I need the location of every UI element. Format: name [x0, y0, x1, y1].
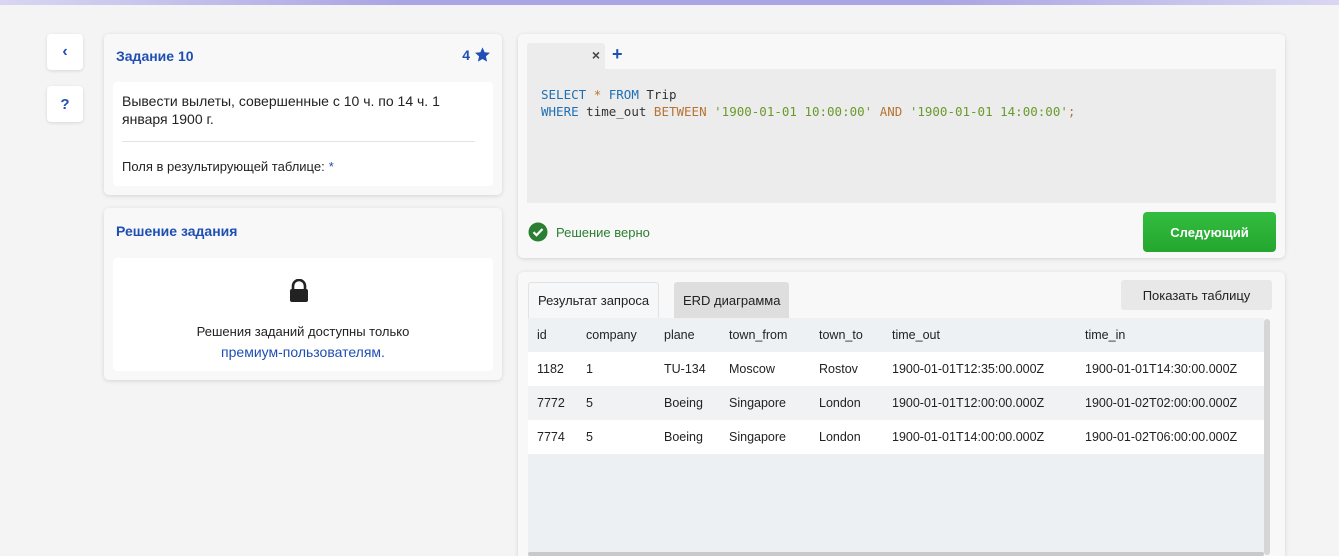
code-token: FROM [608, 87, 639, 102]
column-header: time_out [883, 318, 1076, 352]
next-button[interactable]: Следующий [1143, 212, 1276, 252]
table-cell: 7772 [528, 386, 577, 420]
help-icon: ? [60, 95, 70, 113]
task-points: 4 [462, 46, 491, 63]
check-circle-icon [528, 222, 548, 242]
result-fields: Поля в результирующей таблице: * [122, 159, 334, 174]
top-accent-bar [0, 0, 1339, 5]
table-cell: London [810, 386, 883, 420]
table-cell: 1900-01-01T12:35:00.000Z [883, 352, 1076, 386]
code-token: SELECT [541, 87, 587, 102]
table-cell: 1 [577, 352, 655, 386]
column-header: time_in [1076, 318, 1264, 352]
column-header: company [577, 318, 655, 352]
table-header-row: id company plane town_from town_to time_… [528, 318, 1264, 352]
code-token: '1900-01-01 10:00:00' [714, 104, 873, 119]
table-cell: TU-134 [655, 352, 720, 386]
horizontal-scrollbar[interactable] [528, 552, 1264, 556]
table-cell: 7774 [528, 420, 577, 454]
code-token: WHERE [541, 104, 579, 119]
table-cell: Boeing [655, 420, 720, 454]
tab-query-result[interactable]: Результат запроса [528, 282, 660, 318]
code-token: time_out [586, 104, 647, 119]
code-token: '1900-01-01 14:00:00' [909, 104, 1068, 119]
column-header: id [528, 318, 577, 352]
task-card: Задание 10 4 Вывести вылеты, совершенные… [104, 34, 502, 195]
editor-tab[interactable]: × [527, 43, 605, 69]
code-line-1: SELECT * FROM Trip [541, 86, 1262, 103]
back-button[interactable]: ‹ [47, 34, 83, 70]
table-cell: Boeing [655, 386, 720, 420]
status-message: Решение верно [528, 222, 650, 242]
help-button[interactable]: ? [47, 86, 83, 122]
code-token: AND [879, 104, 903, 119]
table-cell: 1182 [528, 352, 577, 386]
results-table-container[interactable]: id company plane town_from town_to time_… [528, 318, 1264, 556]
table-row: 7774 5 Boeing Singapore London 1900-01-0… [528, 420, 1264, 454]
table-cell: 1900-01-01T12:00:00.000Z [883, 386, 1076, 420]
code-line-2: WHERE time_out BETWEEN '1900-01-01 10:00… [541, 103, 1262, 120]
table-cell: 5 [577, 386, 655, 420]
task-description: Вывести вылеты, совершенные с 10 ч. по 1… [122, 93, 440, 127]
add-tab-button[interactable]: + [612, 44, 623, 65]
solution-title: Решение задания [116, 223, 238, 239]
points-value: 4 [462, 46, 470, 63]
result-fields-label: Поля в результирующей таблице: [122, 159, 325, 174]
column-header: town_from [720, 318, 810, 352]
table-row: 7772 5 Boeing Singapore London 1900-01-0… [528, 386, 1264, 420]
table-cell: Singapore [720, 386, 810, 420]
locked-text: Решения заданий доступны только [196, 324, 410, 339]
results-card: Результат запроса ERD диаграмма Показать… [518, 272, 1285, 556]
table-cell: 1900-01-02T02:00:00.000Z [1076, 386, 1264, 420]
status-text: Решение верно [556, 224, 650, 240]
result-fields-value: * [328, 159, 334, 174]
table-cell: 1900-01-01T14:30:00.000Z [1076, 352, 1264, 386]
tab-erd-diagram[interactable]: ERD диаграмма [674, 282, 790, 318]
task-body: Вывести вылеты, совершенные с 10 ч. по 1… [113, 82, 493, 186]
sql-editor[interactable]: SELECT * FROM Trip WHERE time_out BETWEE… [527, 69, 1276, 203]
chevron-left-icon: ‹ [62, 43, 68, 60]
task-title: Задание 10 [116, 48, 194, 64]
solution-card: Решение задания Решения заданий доступны… [104, 208, 502, 380]
vertical-scrollbar[interactable] [1264, 319, 1270, 555]
table-cell: London [810, 420, 883, 454]
code-token: Trip [646, 87, 677, 102]
code-token: ; [1067, 104, 1076, 119]
code-token: * [593, 87, 602, 102]
locked-message: Решения заданий доступны только премиум-… [113, 322, 493, 362]
close-tab-icon[interactable]: × [592, 47, 600, 63]
table-cell: 5 [577, 420, 655, 454]
editor-card: × + SELECT * FROM Trip WHERE time_out BE… [518, 34, 1285, 258]
code-token: BETWEEN [653, 104, 707, 119]
table-cell: 1900-01-01T14:00:00.000Z [883, 420, 1076, 454]
divider [122, 141, 475, 142]
table-cell: Moscow [720, 352, 810, 386]
star-icon [475, 47, 490, 62]
show-table-button[interactable]: Показать таблицу [1121, 280, 1272, 310]
table-cell: Rostov [810, 352, 883, 386]
table-cell: Singapore [720, 420, 810, 454]
table-cell: 1900-01-02T06:00:00.000Z [1076, 420, 1264, 454]
premium-link[interactable]: премиум-пользователям. [113, 342, 493, 362]
solution-locked-panel: Решения заданий доступны только премиум-… [113, 258, 493, 371]
lock-icon [290, 279, 308, 302]
column-header: town_to [810, 318, 883, 352]
table-row: 1182 1 TU-134 Moscow Rostov 1900-01-01T1… [528, 352, 1264, 386]
column-header: plane [655, 318, 720, 352]
results-table: id company plane town_from town_to time_… [528, 318, 1264, 454]
